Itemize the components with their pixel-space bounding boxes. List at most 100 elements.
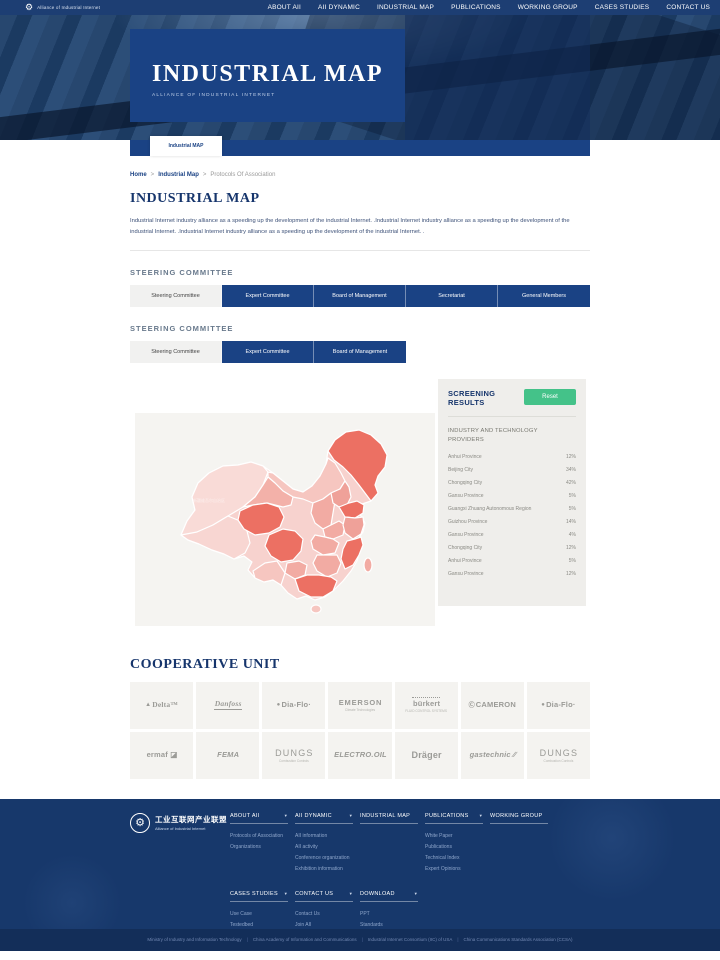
top-nav-item[interactable]: CONTACT US xyxy=(666,4,710,11)
partner-logo[interactable]: Dräger xyxy=(395,732,458,779)
footer-column: CONTACT US ▼ Contact UsJoin AII xyxy=(295,891,359,929)
committee-tabs: Steering CommitteeExpert CommitteeBoard … xyxy=(130,285,590,307)
top-nav-item[interactable]: AII DYNAMIC xyxy=(318,4,360,11)
footer-column-header[interactable]: INDUSTRIAL MAP ▼ xyxy=(360,813,418,824)
footer-column-header[interactable]: DOWNLOAD ▼ xyxy=(360,891,418,902)
brand-subtitle: Combustion Controls xyxy=(279,759,309,763)
screening-row[interactable]: Gansu Province 4% xyxy=(448,528,576,541)
footer-link[interactable]: AII information xyxy=(295,831,359,842)
screening-row[interactable]: Beijing City 34% xyxy=(448,463,576,476)
footer-link[interactable]: Publications xyxy=(425,842,489,853)
partner-logo[interactable]: Danfoss xyxy=(196,682,259,729)
footer-link[interactable]: Join AII xyxy=(295,920,359,929)
footer-column-header[interactable]: WORKING GROUP ▼ xyxy=(490,813,548,824)
top-nav-item[interactable]: WORKING GROUP xyxy=(518,4,578,11)
footer-column-header[interactable]: PUBLICATIONS ▼ xyxy=(425,813,483,824)
partner-logo[interactable]: ●Dia-Flo· xyxy=(527,682,590,729)
footer-link[interactable]: Standards xyxy=(360,920,424,929)
top-nav-item[interactable]: ABOUT AII xyxy=(268,4,301,11)
province-percentage: 5% xyxy=(569,558,576,564)
footer-link[interactable]: Technical Index xyxy=(425,853,489,864)
brand-name: ELECTRO.OIL xyxy=(333,750,387,759)
screening-row[interactable]: Gansu Province 5% xyxy=(448,489,576,502)
footer-link[interactable]: Expert Opinions xyxy=(425,864,489,875)
footer-logo[interactable]: ⚙ 工业互联网产业联盟 Alliance of Industrial Inter… xyxy=(130,813,227,833)
committee-tab[interactable]: Expert Committee xyxy=(222,341,314,363)
partner-logo[interactable]: ELECTRO.OIL xyxy=(328,732,391,779)
chevron-down-icon: ▼ xyxy=(349,891,353,896)
footer: ⚙ 工业互联网产业联盟 Alliance of Industrial Inter… xyxy=(0,799,720,929)
screening-title: SCREENING RESULTS xyxy=(448,389,508,409)
partner-link[interactable]: Ministry of Industry and Information Tec… xyxy=(147,937,241,942)
partner-logo[interactable]: DUNGS Combustion Controls xyxy=(262,732,325,779)
top-nav: ABOUT AII AII DYNAMIC INDUSTRIAL MAP PUBLIC… xyxy=(268,4,710,11)
breadcrumb-item[interactable]: Protocols Of Association xyxy=(203,172,276,178)
committee-tab[interactable]: Expert Committee xyxy=(222,285,314,307)
top-nav-item[interactable]: PUBLICATIONS xyxy=(451,4,501,11)
partner-logo[interactable]: ●Dia-Flo· xyxy=(262,682,325,729)
footer-column-header[interactable]: CONTACT US ▼ xyxy=(295,891,353,902)
partner-logo[interactable]: ▲Delta™ xyxy=(130,682,193,729)
china-map-svg xyxy=(135,413,435,626)
footer-link[interactable]: Contact Us xyxy=(295,909,359,920)
screening-row[interactable]: Chongqing City 12% xyxy=(448,541,576,554)
partner-logo[interactable]: FEMA xyxy=(196,732,259,779)
partner-logo[interactable]: bürkert FLUID CONTROL SYSTEMS xyxy=(395,682,458,729)
footer-link[interactable]: Testedbed xyxy=(230,920,294,929)
brand-name: ⒸCAMERON xyxy=(469,700,516,709)
partner-link[interactable]: Industrial Internet Consortium (IIC) of … xyxy=(357,937,453,942)
top-nav-item[interactable]: INDUSTRIAL MAP xyxy=(377,4,434,11)
breadcrumb-item[interactable]: Home xyxy=(130,172,147,178)
tab-industrial-map[interactable]: Industrial MAP xyxy=(150,136,222,156)
chevron-down-icon: ▼ xyxy=(349,813,353,818)
page-title: INDUSTRIAL MAP xyxy=(130,191,590,207)
footer-link[interactable]: Exhibition information xyxy=(295,864,359,875)
footer-link[interactable]: PPT xyxy=(360,909,424,920)
footer-link[interactable]: Use Case xyxy=(230,909,294,920)
brand-logo[interactable]: ⚙ Alliance of Industrial Internet xyxy=(25,3,100,12)
footer-link[interactable]: Protocols of Association xyxy=(230,831,294,842)
chevron-down-icon: ▼ xyxy=(284,813,288,818)
screening-row[interactable]: Anhui Province 12% xyxy=(448,450,576,463)
partner-link[interactable]: China Academy of Information and Communi… xyxy=(242,937,357,942)
footer-logo-en: Alliance of Industrial Internet xyxy=(155,826,227,831)
footer-column-header[interactable]: ABOUT AII ▼ xyxy=(230,813,288,824)
screening-category: INDUSTRY AND TECHNOLOGY PROVIDERS xyxy=(448,427,538,444)
province-label: Anhui Province xyxy=(448,454,482,460)
footer-link[interactable]: AII activity xyxy=(295,842,359,853)
china-choropleth-map[interactable]: 新疆维吾尔自治区 xyxy=(135,413,435,626)
partner-links: Ministry of Industry and Information Tec… xyxy=(147,937,572,942)
committee-tab[interactable]: Board of Management xyxy=(314,341,406,363)
partner-logo[interactable]: DUNGS Combustion Controls xyxy=(527,732,590,779)
page-description: Industrial Internet industry alliance as… xyxy=(130,216,590,239)
screening-row[interactable]: Chongqing City 42% xyxy=(448,476,576,489)
committee-tab[interactable]: Secretariat xyxy=(406,285,498,307)
partner-logo[interactable]: gastechnic ∕∕ xyxy=(461,732,524,779)
hero-overlay xyxy=(405,15,590,140)
reset-button[interactable]: Reset xyxy=(524,389,576,405)
brand-mark-icon: ● xyxy=(541,702,545,708)
footer-link[interactable]: Conference organization xyxy=(295,853,359,864)
committee-tab[interactable]: Steering Committee xyxy=(130,285,222,307)
province-label: Chongqing City xyxy=(448,545,482,551)
partner-link[interactable]: China Communications Standards Associati… xyxy=(452,937,572,942)
footer-column-header[interactable]: AII DYNAMIC ▼ xyxy=(295,813,353,824)
committee-tab[interactable]: Steering Committee xyxy=(130,341,222,363)
brand-name: DUNGS xyxy=(539,748,579,758)
hero-title: INDUSTRIAL MAP xyxy=(152,61,405,88)
committee-tab[interactable]: General Members xyxy=(498,285,590,307)
screening-row[interactable]: Anhui Province 5% xyxy=(448,554,576,567)
partner-logo[interactable]: ⒸCAMERON xyxy=(461,682,524,729)
breadcrumb-item[interactable]: Industrial Map xyxy=(151,172,199,178)
footer-link[interactable]: White Paper xyxy=(425,831,489,842)
screening-row[interactable]: Gansu Province 12% xyxy=(448,567,576,580)
footer-link[interactable]: Organizations xyxy=(230,842,294,853)
top-nav-item[interactable]: CASES STUDIES xyxy=(595,4,650,11)
footer-column: DOWNLOAD ▼ PPTStandardsTechnical informa… xyxy=(360,891,424,929)
partner-logo[interactable]: ermaf ◪ xyxy=(130,732,193,779)
screening-row[interactable]: Guizhou Province 14% xyxy=(448,515,576,528)
footer-column-header[interactable]: CASES STUDIES ▼ xyxy=(230,891,288,902)
committee-tab[interactable]: Board of Management xyxy=(314,285,406,307)
screening-row[interactable]: Guangxi Zhuang Autonomous Region 5% xyxy=(448,502,576,515)
partner-logo[interactable]: EMERSON Climate Technologies xyxy=(328,682,391,729)
